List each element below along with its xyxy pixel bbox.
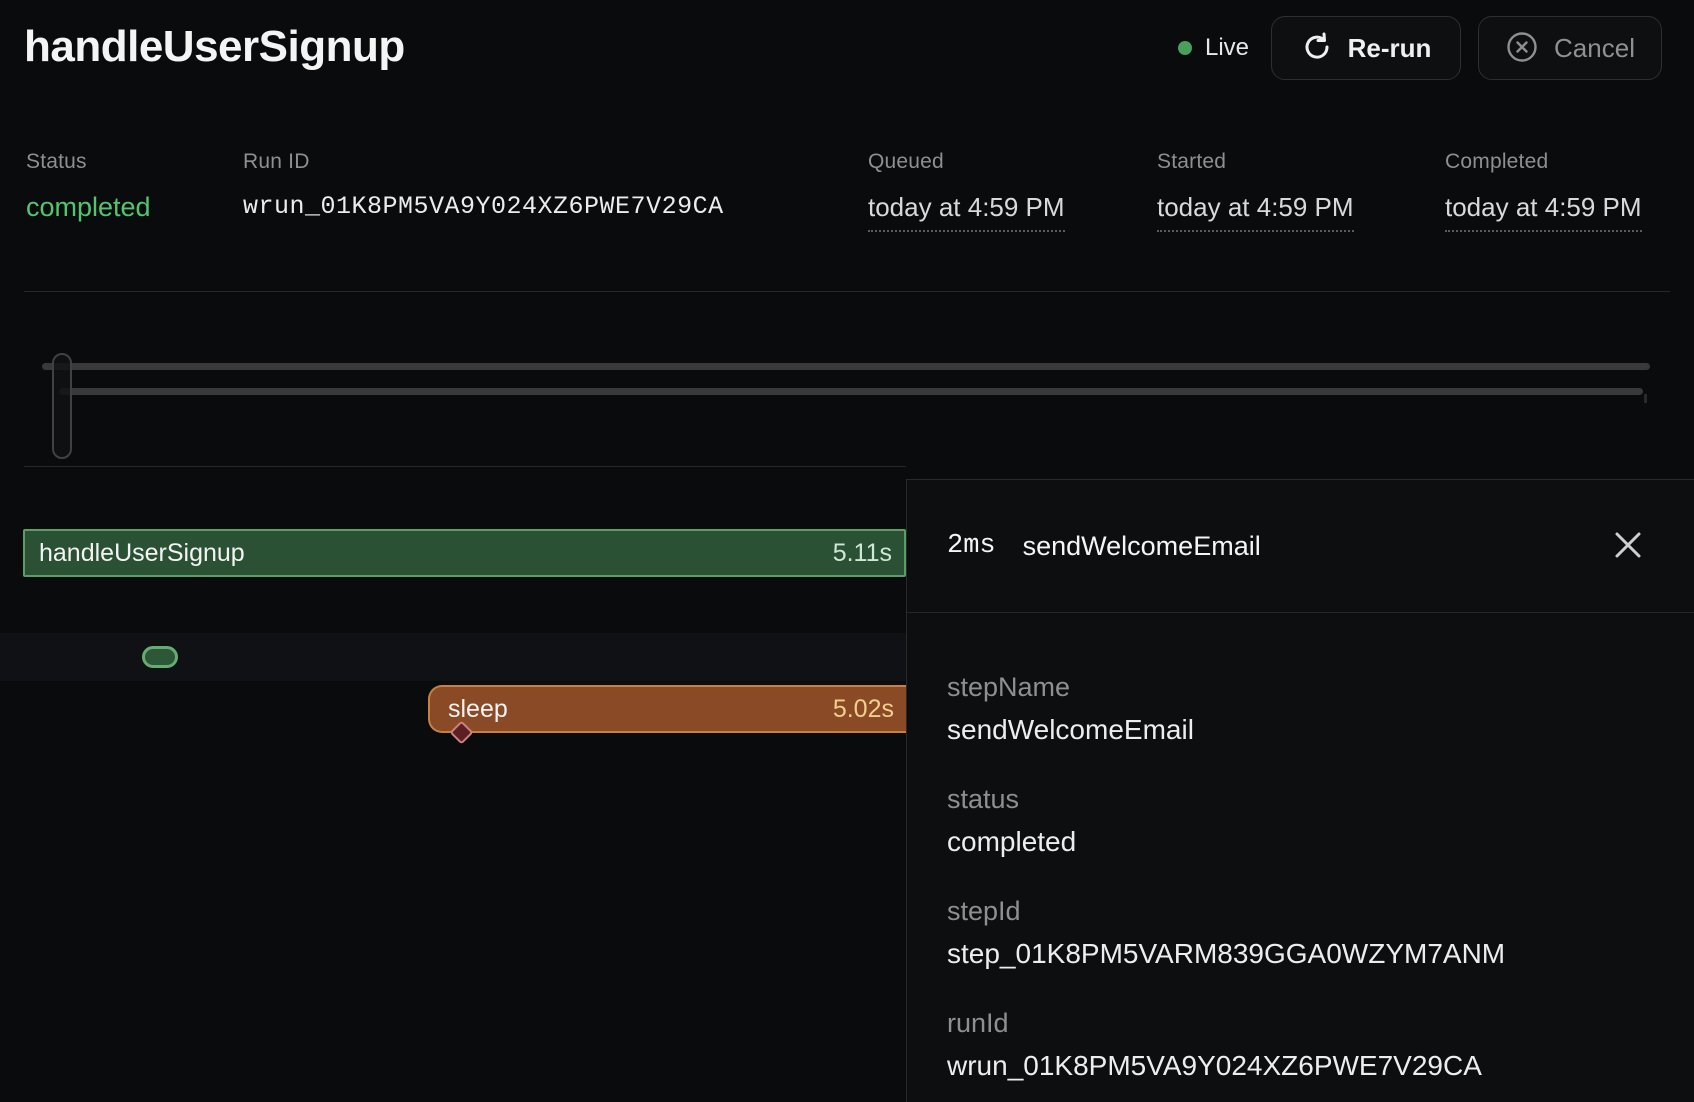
- live-label: Live: [1205, 34, 1249, 62]
- close-icon: [1613, 530, 1643, 563]
- meta-started: Started today at 4:59 PM: [1157, 150, 1354, 232]
- started-value: today at 4:59 PM: [1157, 192, 1354, 232]
- trace-gantt: handleUserSignup 5.11s sleep 5.02s: [0, 467, 906, 1102]
- completed-label: Completed: [1445, 150, 1642, 174]
- refresh-icon: [1301, 31, 1333, 66]
- field-label: stepId: [947, 895, 1654, 927]
- step-detail-panel: 2ms sendWelcomeEmail stepName sendWelcom…: [906, 479, 1694, 1102]
- trace-span-run[interactable]: handleUserSignup 5.11s: [23, 529, 906, 577]
- cancel-button-label: Cancel: [1554, 33, 1635, 64]
- cancel-circle-x-icon: [1505, 30, 1539, 67]
- trace-span-sleep[interactable]: sleep 5.02s: [428, 685, 906, 733]
- header-actions: Live Re-run Cancel: [1178, 16, 1662, 80]
- field-value: completed: [947, 825, 1654, 859]
- field-value: step_01K8PM5VARM839GGA0WZYM7ANM: [947, 937, 1654, 971]
- status-value: completed: [26, 192, 151, 223]
- step-detail-title: sendWelcomeEmail: [1023, 531, 1261, 562]
- live-status-dot-icon: [1178, 41, 1192, 55]
- field-label: status: [947, 783, 1654, 815]
- close-panel-button[interactable]: [1606, 524, 1650, 568]
- cancel-button[interactable]: Cancel: [1478, 16, 1662, 80]
- field-label: runId: [947, 1007, 1654, 1039]
- rerun-button[interactable]: Re-run: [1271, 16, 1461, 80]
- run-id-value: wrun_01K8PM5VA9Y024XZ6PWE7V29CA: [243, 192, 724, 221]
- sleep-span-label: sleep: [448, 695, 508, 724]
- field-run-id: runId wrun_01K8PM5VA9Y024XZ6PWE7V29CA: [947, 1007, 1654, 1083]
- workflow-run-page: handleUserSignup Live Re-run Cancel: [0, 0, 1694, 1102]
- field-value: sendWelcomeEmail: [947, 713, 1654, 747]
- field-step-id: stepId step_01K8PM5VARM839GGA0WZYM7ANM: [947, 895, 1654, 971]
- page-title: handleUserSignup: [24, 22, 405, 72]
- minimap-end-tick: [1644, 394, 1647, 403]
- meta-queued: Queued today at 4:59 PM: [868, 150, 1065, 232]
- field-status: status completed: [947, 783, 1654, 859]
- header-divider: [24, 291, 1670, 292]
- completed-value: today at 4:59 PM: [1445, 192, 1642, 232]
- minimap-brush-handle[interactable]: [52, 353, 72, 459]
- field-value: wrun_01K8PM5VA9Y024XZ6PWE7V29CA: [947, 1049, 1654, 1083]
- live-indicator[interactable]: Live: [1178, 34, 1249, 62]
- field-step-name: stepName sendWelcomeEmail: [947, 671, 1654, 747]
- trace-span-step-pill[interactable]: [142, 646, 178, 668]
- meta-status: Status completed: [26, 150, 151, 223]
- minimap-run-bar: [42, 363, 1650, 370]
- step-duration: 2ms: [947, 531, 996, 561]
- run-span-duration: 5.11s: [833, 539, 892, 568]
- queued-label: Queued: [868, 150, 1065, 174]
- started-label: Started: [1157, 150, 1354, 174]
- step-detail-fields: stepName sendWelcomeEmail status complet…: [907, 613, 1694, 1083]
- run-id-label: Run ID: [243, 150, 724, 174]
- sleep-span-duration: 5.02s: [833, 695, 894, 724]
- meta-completed: Completed today at 4:59 PM: [1445, 150, 1642, 232]
- meta-run-id: Run ID wrun_01K8PM5VA9Y024XZ6PWE7V29CA: [243, 150, 724, 221]
- field-label: stepName: [947, 671, 1654, 703]
- rerun-button-label: Re-run: [1348, 33, 1432, 64]
- queued-value: today at 4:59 PM: [868, 192, 1065, 232]
- selected-row-highlight: [0, 633, 906, 681]
- minimap-sleep-bar: [59, 388, 1643, 395]
- run-span-label: handleUserSignup: [39, 539, 245, 568]
- step-detail-header: 2ms sendWelcomeEmail: [907, 480, 1694, 613]
- status-label: Status: [26, 150, 151, 174]
